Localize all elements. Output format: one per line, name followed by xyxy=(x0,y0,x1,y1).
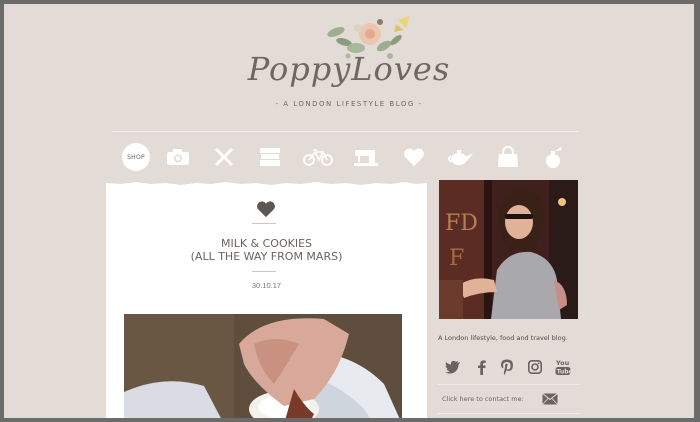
svg-text:F: F xyxy=(449,246,464,271)
blog-tagline: - A LONDON LIFESTYLE BLOG - xyxy=(275,100,423,108)
cutlery-icon xyxy=(214,147,234,167)
post-featured-image[interactable] xyxy=(124,314,402,418)
post-card: MILK & COOKIES (ALL THE WAY FROM MARS) 3… xyxy=(106,180,427,418)
facebook-icon xyxy=(477,359,486,375)
social-links: You Tube xyxy=(438,356,578,378)
svg-text:FD: FD xyxy=(445,211,478,236)
shop-button[interactable]: SHOP xyxy=(122,143,150,171)
category-nav: SHOP xyxy=(112,141,580,173)
nav-item-books[interactable] xyxy=(252,141,288,173)
nav-item-love[interactable] xyxy=(396,141,432,173)
instagram-icon xyxy=(528,360,542,374)
torn-paper-edge xyxy=(106,180,427,185)
nav-item-beauty[interactable] xyxy=(536,141,572,173)
perfume-icon xyxy=(546,147,562,168)
heart-icon xyxy=(257,201,275,218)
svg-text:Tube: Tube xyxy=(557,369,571,376)
post-title-line-2[interactable]: (ALL THE WAY FROM MARS) xyxy=(106,250,427,263)
nav-item-travel[interactable] xyxy=(300,141,336,173)
nav-item-food[interactable] xyxy=(206,141,242,173)
post-title[interactable]: MILK & COOKIES (ALL THE WAY FROM MARS) xyxy=(106,237,427,263)
handbag-icon xyxy=(498,145,518,167)
contact-divider xyxy=(438,384,580,385)
books-icon xyxy=(260,148,280,166)
nav-divider xyxy=(112,131,578,132)
author-photo[interactable]: FD F xyxy=(439,180,578,319)
contact-link[interactable]: Click here to contact me: xyxy=(442,395,524,403)
twitter-link[interactable] xyxy=(442,356,464,378)
youtube-icon: You Tube xyxy=(555,359,571,376)
twitter-icon xyxy=(445,360,460,374)
nav-item-fashion[interactable] xyxy=(490,141,526,173)
facebook-link[interactable] xyxy=(470,356,492,378)
mail-icon[interactable] xyxy=(542,393,558,405)
pinterest-link[interactable] xyxy=(496,356,518,378)
teapot-icon xyxy=(448,150,473,165)
nav-item-craft[interactable] xyxy=(348,141,384,173)
post-date: 30.10.17 xyxy=(251,281,282,290)
nav-item-shop[interactable]: SHOP xyxy=(118,141,154,173)
blog-description: A London lifestyle, food and travel blog… xyxy=(438,334,568,342)
nav-item-photography[interactable] xyxy=(160,141,196,173)
contact-divider xyxy=(438,413,580,414)
title-divider xyxy=(252,223,276,224)
sewing-machine-icon xyxy=(354,150,378,166)
youtube-link[interactable]: You Tube xyxy=(552,356,574,378)
heart-icon xyxy=(404,148,424,166)
post-title-line-1[interactable]: MILK & COOKIES xyxy=(106,237,427,250)
bicycle-icon xyxy=(303,149,333,166)
instagram-link[interactable] xyxy=(524,356,546,378)
blog-page: PoppyLoves - A LONDON LIFESTYLE BLOG - S… xyxy=(4,4,694,418)
camera-icon xyxy=(167,149,189,165)
svg-text:You: You xyxy=(555,359,570,367)
blog-title[interactable]: PoppyLoves xyxy=(4,50,694,88)
pinterest-icon xyxy=(501,359,513,375)
nav-item-tea[interactable] xyxy=(442,141,478,173)
title-divider xyxy=(252,271,276,272)
